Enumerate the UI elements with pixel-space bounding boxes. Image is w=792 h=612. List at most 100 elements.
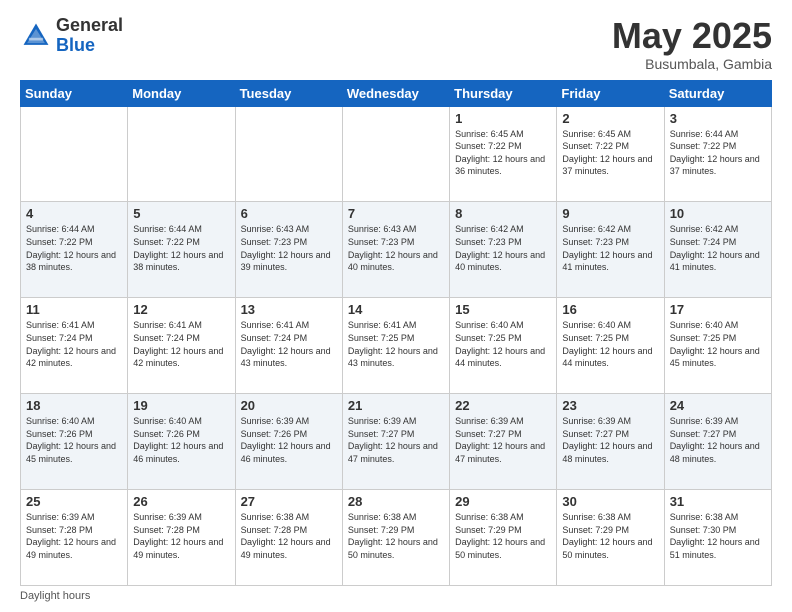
week-row-1: 1 Sunrise: 6:45 AM Sunset: 7:22 PM Daylig… [21, 106, 772, 202]
day-info: Sunrise: 6:39 AM Sunset: 7:27 PM Dayligh… [455, 415, 551, 465]
day-cell: 20 Sunrise: 6:39 AM Sunset: 7:26 PM Dayli… [235, 394, 342, 490]
day-info: Sunrise: 6:44 AM Sunset: 7:22 PM Dayligh… [670, 128, 766, 178]
day-cell: 19 Sunrise: 6:40 AM Sunset: 7:26 PM Dayli… [128, 394, 235, 490]
day-info: Sunrise: 6:38 AM Sunset: 7:28 PM Dayligh… [241, 511, 337, 561]
day-cell [21, 106, 128, 202]
weekday-thursday: Thursday [450, 80, 557, 106]
day-cell [235, 106, 342, 202]
day-info: Sunrise: 6:41 AM Sunset: 7:24 PM Dayligh… [241, 319, 337, 369]
day-number: 3 [670, 111, 766, 126]
day-info: Sunrise: 6:41 AM Sunset: 7:25 PM Dayligh… [348, 319, 444, 369]
week-row-4: 18 Sunrise: 6:40 AM Sunset: 7:26 PM Dayli… [21, 394, 772, 490]
week-row-3: 11 Sunrise: 6:41 AM Sunset: 7:24 PM Dayli… [21, 298, 772, 394]
day-number: 14 [348, 302, 444, 317]
logo-icon [20, 20, 52, 52]
day-number: 28 [348, 494, 444, 509]
location: Busumbala, Gambia [612, 56, 772, 72]
footer-note: Daylight hours [20, 590, 772, 602]
day-cell: 25Sunrise: 6:39 AM Sunset: 7:28 PM Dayli… [21, 490, 128, 586]
logo-text: General Blue [56, 16, 123, 56]
day-number: 27 [241, 494, 337, 509]
day-number: 1 [455, 111, 551, 126]
day-cell: 26 Sunrise: 6:39 AM Sunset: 7:28 PM Dayli… [128, 490, 235, 586]
day-cell: 3 Sunrise: 6:44 AM Sunset: 7:22 PM Daylig… [664, 106, 771, 202]
day-cell: 13 Sunrise: 6:41 AM Sunset: 7:24 PM Dayli… [235, 298, 342, 394]
day-number: 10 [670, 206, 766, 221]
day-info: Sunrise: 6:39 AM Sunset: 7:27 PM Dayligh… [348, 415, 444, 465]
daylight-label: Daylight hours [20, 590, 90, 602]
day-cell: 22 Sunrise: 6:39 AM Sunset: 7:27 PM Dayli… [450, 394, 557, 490]
weekday-header-row: SundayMondayTuesdayWednesdayThursdayFrid… [21, 80, 772, 106]
week-row-2: 4 Sunrise: 6:44 AM Sunset: 7:22 PM Daylig… [21, 202, 772, 298]
day-number: 22 [455, 398, 551, 413]
day-number: 5 [133, 206, 229, 221]
top-row: General Blue May 2025 Busumbala, Gambia [20, 16, 772, 72]
weekday-saturday: Saturday [664, 80, 771, 106]
logo-blue: Blue [56, 36, 123, 56]
day-number: 31 [670, 494, 766, 509]
day-info: Sunrise: 6:38 AM Sunset: 7:29 PM Dayligh… [562, 511, 658, 561]
day-cell: 30 Sunrise: 6:38 AM Sunset: 7:29 PM Dayli… [557, 490, 664, 586]
day-info: Sunrise: 6:38 AM Sunset: 7:29 PM Dayligh… [348, 511, 444, 561]
day-cell: 10Sunrise: 6:42 AM Sunset: 7:24 PM Dayli… [664, 202, 771, 298]
day-info: Sunrise: 6:41 AM Sunset: 7:24 PM Dayligh… [133, 319, 229, 369]
day-cell [342, 106, 449, 202]
day-number: 13 [241, 302, 337, 317]
day-number: 24 [670, 398, 766, 413]
day-cell: 23 Sunrise: 6:39 AM Sunset: 7:27 PM Dayli… [557, 394, 664, 490]
day-info: Sunrise: 6:39 AM Sunset: 7:27 PM Dayligh… [562, 415, 658, 465]
day-number: 26 [133, 494, 229, 509]
month-title: May 2025 [612, 16, 772, 56]
day-info: Sunrise: 6:40 AM Sunset: 7:26 PM Dayligh… [26, 415, 122, 465]
day-cell: 1 Sunrise: 6:45 AM Sunset: 7:22 PM Daylig… [450, 106, 557, 202]
day-info: Sunrise: 6:40 AM Sunset: 7:26 PM Dayligh… [133, 415, 229, 465]
day-number: 2 [562, 111, 658, 126]
day-info: Sunrise: 6:38 AM Sunset: 7:29 PM Dayligh… [455, 511, 551, 561]
day-number: 20 [241, 398, 337, 413]
day-info: Sunrise: 6:39 AM Sunset: 7:26 PM Dayligh… [241, 415, 337, 465]
day-cell: 17 Sunrise: 6:40 AM Sunset: 7:25 PM Dayli… [664, 298, 771, 394]
day-info: Sunrise: 6:40 AM Sunset: 7:25 PM Dayligh… [562, 319, 658, 369]
day-info: Sunrise: 6:42 AM Sunset: 7:23 PM Dayligh… [455, 223, 551, 273]
day-info: Sunrise: 6:41 AM Sunset: 7:24 PM Dayligh… [26, 319, 122, 369]
day-cell: 21Sunrise: 6:39 AM Sunset: 7:27 PM Dayli… [342, 394, 449, 490]
day-info: Sunrise: 6:44 AM Sunset: 7:22 PM Dayligh… [133, 223, 229, 273]
day-number: 29 [455, 494, 551, 509]
day-number: 4 [26, 206, 122, 221]
logo-general: General [56, 16, 123, 36]
day-info: Sunrise: 6:40 AM Sunset: 7:25 PM Dayligh… [670, 319, 766, 369]
day-number: 16 [562, 302, 658, 317]
day-number: 9 [562, 206, 658, 221]
day-number: 19 [133, 398, 229, 413]
day-cell: 6Sunrise: 6:43 AM Sunset: 7:23 PM Daylig… [235, 202, 342, 298]
day-cell: 7Sunrise: 6:43 AM Sunset: 7:23 PM Daylig… [342, 202, 449, 298]
day-number: 18 [26, 398, 122, 413]
day-number: 6 [241, 206, 337, 221]
day-number: 12 [133, 302, 229, 317]
day-info: Sunrise: 6:45 AM Sunset: 7:22 PM Dayligh… [455, 128, 551, 178]
day-cell: 31Sunrise: 6:38 AM Sunset: 7:30 PM Dayli… [664, 490, 771, 586]
day-number: 15 [455, 302, 551, 317]
page: General Blue May 2025 Busumbala, Gambia … [0, 0, 792, 612]
weekday-monday: Monday [128, 80, 235, 106]
day-info: Sunrise: 6:39 AM Sunset: 7:28 PM Dayligh… [133, 511, 229, 561]
day-cell: 27 Sunrise: 6:38 AM Sunset: 7:28 PM Dayli… [235, 490, 342, 586]
day-info: Sunrise: 6:39 AM Sunset: 7:28 PM Dayligh… [26, 511, 122, 561]
day-number: 30 [562, 494, 658, 509]
weekday-sunday: Sunday [21, 80, 128, 106]
day-number: 17 [670, 302, 766, 317]
day-cell: 18 Sunrise: 6:40 AM Sunset: 7:26 PM Dayli… [21, 394, 128, 490]
day-number: 11 [26, 302, 122, 317]
day-info: Sunrise: 6:40 AM Sunset: 7:25 PM Dayligh… [455, 319, 551, 369]
day-number: 23 [562, 398, 658, 413]
day-cell: 15 Sunrise: 6:40 AM Sunset: 7:25 PM Dayli… [450, 298, 557, 394]
day-info: Sunrise: 6:45 AM Sunset: 7:22 PM Dayligh… [562, 128, 658, 178]
day-cell: 8 Sunrise: 6:42 AM Sunset: 7:23 PM Daylig… [450, 202, 557, 298]
day-cell: 4Sunrise: 6:44 AM Sunset: 7:22 PM Daylig… [21, 202, 128, 298]
weekday-tuesday: Tuesday [235, 80, 342, 106]
day-cell: 12 Sunrise: 6:41 AM Sunset: 7:24 PM Dayli… [128, 298, 235, 394]
day-info: Sunrise: 6:39 AM Sunset: 7:27 PM Dayligh… [670, 415, 766, 465]
day-number: 8 [455, 206, 551, 221]
day-cell: 24 Sunrise: 6:39 AM Sunset: 7:27 PM Dayli… [664, 394, 771, 490]
day-cell: 29 Sunrise: 6:38 AM Sunset: 7:29 PM Dayli… [450, 490, 557, 586]
